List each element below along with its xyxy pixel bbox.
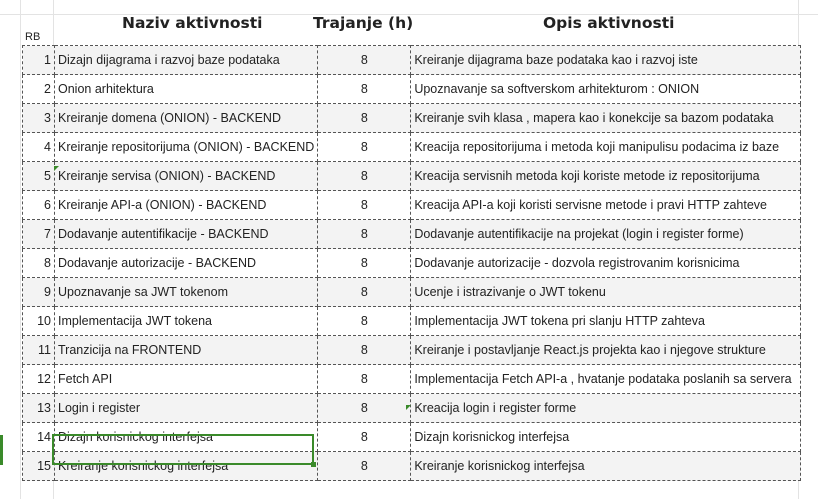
- cell-description[interactable]: Kreiranje dijagrama baze podataka kao i …: [410, 45, 802, 75]
- cell-name[interactable]: Kreiranje repositorijuma (ONION) - BACKE…: [53, 132, 319, 162]
- cell-duration[interactable]: 8: [317, 190, 412, 220]
- cell-name[interactable]: Kreiranje korisnickog interfejsa: [53, 451, 319, 481]
- row-selection-indicator: [0, 435, 3, 465]
- cell-duration[interactable]: 8: [317, 393, 412, 423]
- cell-description[interactable]: Kreacija servisnih metoda koji koriste m…: [410, 161, 802, 191]
- cell-description[interactable]: Kreacija repositorijuma i metoda koji ma…: [410, 132, 802, 162]
- cell-rb[interactable]: 3: [22, 103, 55, 133]
- cell-duration[interactable]: 8: [317, 132, 412, 162]
- cell-duration[interactable]: 8: [317, 219, 412, 249]
- cell-description[interactable]: Upoznavanje sa softverskom arhitekturom …: [410, 74, 802, 104]
- cell-name[interactable]: Kreiranje servisa (ONION) - BACKEND: [53, 161, 319, 191]
- table-row: 15 Kreiranje korisnickog interfejsa 8 Kreir…: [22, 451, 802, 481]
- grid-line: [20, 0, 21, 499]
- table-row: 6 Kreiranje API-a (ONION) - BACKEND 8 Kreac…: [22, 190, 802, 220]
- table-row: 3 Kreiranje domena (ONION) - BACKEND 8 Krei…: [22, 103, 802, 133]
- cell-name[interactable]: Login i register: [53, 393, 319, 423]
- cell-name[interactable]: Fetch API: [53, 364, 319, 394]
- cell-name[interactable]: Implementacija JWT tokena: [53, 306, 319, 336]
- cell-duration[interactable]: 8: [317, 248, 412, 278]
- table-row: 10 Implementacija JWT tokena 8 Implementaci…: [22, 306, 802, 336]
- cell-rb[interactable]: 7: [22, 219, 55, 249]
- cell-description[interactable]: Ucenje i istrazivanje o JWT tokenu: [410, 277, 802, 307]
- activity-table: 1 Dizajn dijagrama i razvoj baze podataka…: [22, 45, 802, 481]
- cell-description[interactable]: Kreiranje i postavljanje React.js projek…: [410, 335, 802, 365]
- table-row: 8 Dodavanje autorizacije - BACKEND 8 Dodava…: [22, 248, 802, 278]
- comment-indicator: [406, 405, 411, 410]
- cell-name[interactable]: Kreiranje domena (ONION) - BACKEND: [53, 103, 319, 133]
- cell-duration[interactable]: 8: [317, 364, 412, 394]
- fill-handle[interactable]: [311, 462, 316, 467]
- cell-description[interactable]: Dodavanje autorizacije - dozvola registr…: [410, 248, 802, 278]
- cell-rb[interactable]: 9: [22, 277, 55, 307]
- comment-indicator: [54, 166, 59, 171]
- cell-rb[interactable]: 14: [22, 422, 55, 452]
- header-name[interactable]: Naziv aktivnosti: [122, 14, 263, 32]
- cell-name[interactable]: Tranzicija na FRONTEND: [53, 335, 319, 365]
- cell-rb[interactable]: 4: [22, 132, 55, 162]
- cell-rb[interactable]: 10: [22, 306, 55, 336]
- cell-name[interactable]: Onion arhitektura: [53, 74, 319, 104]
- table-row: 7 Dodavanje autentifikacije - BACKEND 8 Dod…: [22, 219, 802, 249]
- cell-duration[interactable]: 8: [317, 74, 412, 104]
- cell-rb[interactable]: 1: [22, 45, 55, 75]
- cell-name[interactable]: Dodavanje autentifikacije - BACKEND: [53, 219, 319, 249]
- cell-duration[interactable]: 8: [317, 161, 412, 191]
- cell-rb[interactable]: 13: [22, 393, 55, 423]
- table-row: 11 Tranzicija na FRONTEND 8 Kreiranje i pos…: [22, 335, 802, 365]
- cell-duration[interactable]: 8: [317, 277, 412, 307]
- header-duration[interactable]: Trajanje (h): [313, 14, 413, 32]
- cell-duration[interactable]: 8: [317, 451, 412, 481]
- header-rb[interactable]: RB: [25, 31, 40, 43]
- cell-duration[interactable]: 8: [317, 306, 412, 336]
- header-description[interactable]: Opis aktivnosti: [543, 14, 674, 32]
- cell-description[interactable]: Dizajn korisnickog interfejsa: [410, 422, 802, 452]
- cell-duration[interactable]: 8: [317, 103, 412, 133]
- table-row: 14 Dizajn korisnickog interfejsa 8 Dizajn k…: [22, 422, 802, 452]
- table-row: 9 Upoznavanje sa JWT tokenom 8 Ucenje i ist…: [22, 277, 802, 307]
- cell-description[interactable]: Implementacija Fetch API-a , hvatanje po…: [410, 364, 802, 394]
- table-row: 1 Dizajn dijagrama i razvoj baze podataka…: [22, 45, 802, 75]
- cell-name[interactable]: Upoznavanje sa JWT tokenom: [53, 277, 319, 307]
- cell-rb[interactable]: 6: [22, 190, 55, 220]
- cell-description[interactable]: Kreacija login i register forme: [410, 393, 802, 423]
- cell-rb[interactable]: 15: [22, 451, 55, 481]
- cell-duration[interactable]: 8: [317, 422, 412, 452]
- cell-description[interactable]: Dodavanje autentifikacije na projekat (l…: [410, 219, 802, 249]
- cell-rb[interactable]: 11: [22, 335, 55, 365]
- cell-description[interactable]: Kreacija API-a koji koristi servisne met…: [410, 190, 802, 220]
- cell-name[interactable]: Kreiranje API-a (ONION) - BACKEND: [53, 190, 319, 220]
- cell-description[interactable]: Kreiranje korisnickog interfejsa: [410, 451, 802, 481]
- table-row: 2 Onion arhitektura 8 Upoznavanje sa softve…: [22, 74, 802, 104]
- cell-duration[interactable]: 8: [317, 45, 412, 75]
- cell-description[interactable]: Implementacija JWT tokena pri slanju HTT…: [410, 306, 802, 336]
- cell-rb[interactable]: 5: [22, 161, 55, 191]
- cell-duration[interactable]: 8: [317, 335, 412, 365]
- cell-rb[interactable]: 8: [22, 248, 55, 278]
- cell-rb[interactable]: 12: [22, 364, 55, 394]
- cell-name[interactable]: Dizajn korisnickog interfejsa: [53, 422, 319, 452]
- cell-name[interactable]: Dodavanje autorizacije - BACKEND: [53, 248, 319, 278]
- cell-name[interactable]: Dizajn dijagrama i razvoj baze podataka: [53, 45, 319, 75]
- table-row: 4 Kreiranje repositorijuma (ONION) - BACK…: [22, 132, 802, 162]
- table-row: 5 Kreiranje servisa (ONION) - BACKEND 8 Kre…: [22, 161, 802, 191]
- table-row: 13 Login i register 8 Kreacija login i regi…: [22, 393, 802, 423]
- cell-rb[interactable]: 2: [22, 74, 55, 104]
- table-row: 12 Fetch API 8 Implementacija Fetch API-a ,…: [22, 364, 802, 394]
- cell-description[interactable]: Kreiranje svih klasa , mapera kao i kone…: [410, 103, 802, 133]
